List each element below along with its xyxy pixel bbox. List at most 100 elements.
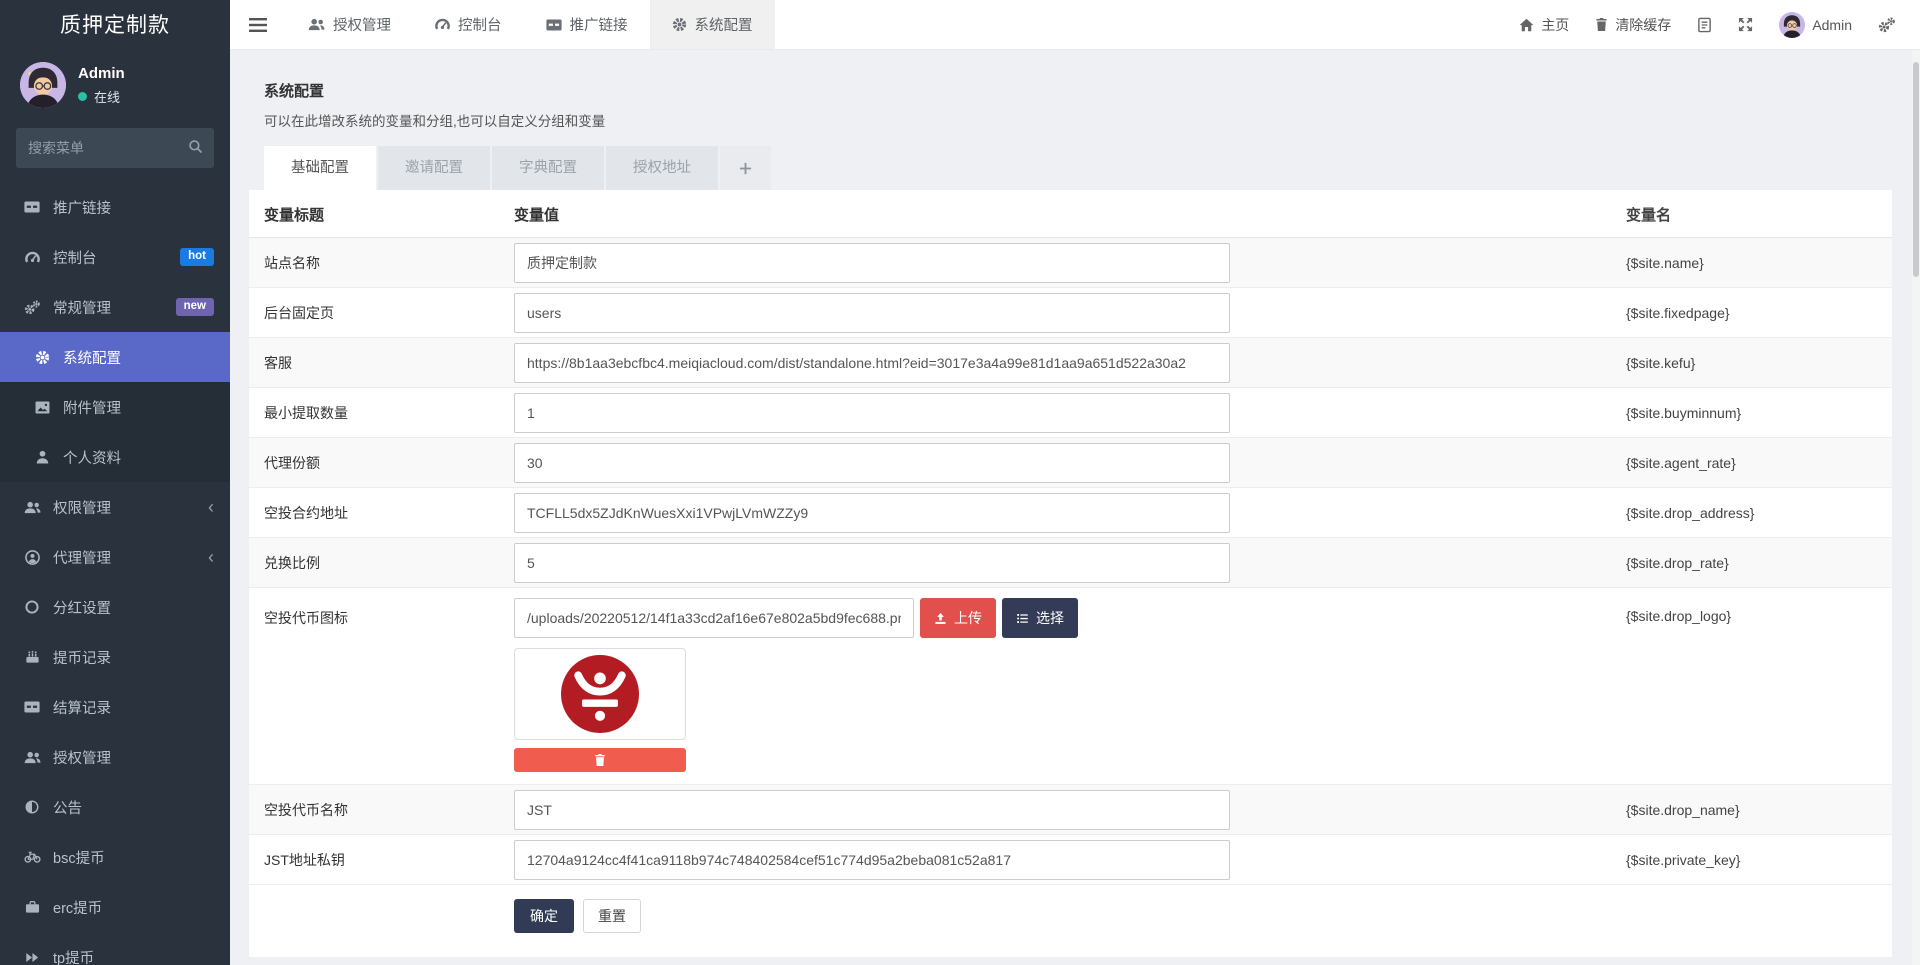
- language-button[interactable]: [1684, 0, 1725, 50]
- choose-button[interactable]: 选择: [1002, 598, 1078, 638]
- home-button[interactable]: 主页: [1506, 0, 1582, 50]
- topnav-tab-label: 系统配置: [695, 14, 753, 35]
- angle-left-icon: ‹: [208, 498, 214, 516]
- submit-button[interactable]: 确定: [514, 899, 574, 933]
- row-var: {$site.drop_address}: [1626, 505, 1877, 521]
- jst-logo-image: [561, 655, 639, 733]
- row-label: 兑换比例: [264, 553, 514, 573]
- row-label: 后台固定页: [264, 303, 514, 323]
- add-tab-button[interactable]: [720, 146, 771, 190]
- sidebar-item-promo-link[interactable]: 推广链接: [0, 182, 230, 232]
- users-icon: [22, 501, 42, 514]
- image-icon: [32, 401, 52, 414]
- config-row-agent-rate: 代理份额 {$site.agent_rate}: [249, 438, 1892, 488]
- page-title: 系统配置: [264, 80, 1877, 101]
- language-icon: [1697, 17, 1712, 33]
- fullscreen-button[interactable]: [1725, 0, 1766, 50]
- user-meta: Admin 在线: [78, 65, 125, 106]
- sidebar-item-dashboard[interactable]: 控制台 hot: [0, 232, 230, 282]
- topnav-tabs: 授权管理 控制台 推广链接 系统配置: [286, 0, 775, 49]
- drop-rate-input[interactable]: [514, 543, 1230, 583]
- topnav-right: 主页 清除缓存 Admin: [1506, 0, 1920, 49]
- config-row-drop-logo: 空投代币图标 上传 选择: [249, 588, 1892, 785]
- clear-cache-button[interactable]: 清除缓存: [1582, 0, 1684, 50]
- bike-icon: [22, 851, 42, 863]
- system-config-panel: 系统配置 可以在此增改系统的变量和分组,也可以自定义分组和变量 基础配置 邀请配…: [249, 68, 1892, 957]
- adjust-icon: [22, 800, 42, 814]
- col-header-var: 变量名: [1626, 204, 1877, 225]
- trash-icon: [1595, 17, 1608, 32]
- tab-auth-address[interactable]: 授权地址: [606, 146, 718, 190]
- row-var: {$site.fixedpage}: [1626, 305, 1877, 321]
- expand-icon: [1738, 17, 1753, 32]
- sidebar-item-profile[interactable]: 个人资料: [0, 432, 230, 482]
- sidebar-item-label: 结算记录: [53, 697, 111, 718]
- config-row-site-name: 站点名称 {$site.name}: [249, 238, 1892, 288]
- sidebar-item-auth-mgmt[interactable]: 授权管理: [0, 732, 230, 782]
- private-key-input[interactable]: [514, 840, 1230, 880]
- sidebar-item-announcement[interactable]: 公告: [0, 782, 230, 832]
- sidebar-item-tp-withdraw[interactable]: tp提币: [0, 932, 230, 965]
- sidebar-item-attachments[interactable]: 附件管理: [0, 382, 230, 432]
- username-label: Admin: [1812, 17, 1852, 33]
- user-circle-icon: [22, 550, 42, 565]
- delete-logo-button[interactable]: [514, 748, 686, 772]
- row-label: 站点名称: [264, 253, 514, 273]
- online-dot-icon: [78, 92, 87, 101]
- sidebar-item-bsc-withdraw[interactable]: bsc提币: [0, 832, 230, 882]
- choose-label: 选择: [1036, 608, 1064, 628]
- sidebar-item-general-mgmt[interactable]: 常规管理 new: [0, 282, 230, 332]
- sidebar-item-agents[interactable]: 代理管理 ‹: [0, 532, 230, 582]
- site-name-input[interactable]: [514, 243, 1230, 283]
- menu-search-input[interactable]: [16, 128, 214, 168]
- circle-icon: [22, 600, 42, 614]
- drop-name-input[interactable]: [514, 790, 1230, 830]
- row-var: {$site.private_key}: [1626, 852, 1877, 868]
- new-badge: new: [176, 298, 214, 316]
- users-icon: [308, 18, 325, 31]
- topnav-tab-auth-mgmt[interactable]: 授权管理: [286, 0, 413, 49]
- user-menu[interactable]: Admin: [1766, 0, 1865, 50]
- logo-preview[interactable]: [514, 648, 686, 740]
- sidebar-item-system-config[interactable]: 系统配置: [0, 332, 230, 382]
- topnav-tab-system-config[interactable]: 系统配置: [650, 0, 775, 49]
- row-var: {$site.drop_logo}: [1626, 598, 1877, 624]
- tab-invite-config[interactable]: 邀请配置: [378, 146, 490, 190]
- hot-badge: hot: [180, 248, 214, 266]
- briefcase-icon: [22, 900, 42, 914]
- panel-head: 系统配置 可以在此增改系统的变量和分组,也可以自定义分组和变量 基础配置 邀请配…: [249, 68, 1892, 190]
- col-header-label: 变量标题: [264, 204, 514, 225]
- sidebar-item-withdraw-records[interactable]: 提币记录: [0, 632, 230, 682]
- sidebar-item-permissions[interactable]: 权限管理 ‹: [0, 482, 230, 532]
- reset-button[interactable]: 重置: [583, 899, 641, 933]
- avatar: [1779, 12, 1805, 38]
- sidebar-item-label: tp提币: [53, 947, 94, 965]
- sidebar-item-settlement-records[interactable]: 结算记录: [0, 682, 230, 732]
- sidebar-item-erc-withdraw[interactable]: erc提币: [0, 882, 230, 932]
- settings-button[interactable]: [1865, 0, 1908, 50]
- sidebar-item-label: erc提币: [53, 897, 102, 918]
- sidebar-item-dividend-settings[interactable]: 分红设置: [0, 582, 230, 632]
- sidebar-toggle-button[interactable]: [230, 0, 286, 49]
- agent-rate-input[interactable]: [514, 443, 1230, 483]
- plus-icon: [739, 162, 752, 175]
- scrollbar-track[interactable]: [1912, 50, 1920, 965]
- buy-min-num-input[interactable]: [514, 393, 1230, 433]
- list-icon: [1016, 612, 1029, 625]
- topnav-tab-promo-link[interactable]: 推广链接: [524, 0, 650, 49]
- drop-logo-input[interactable]: [514, 598, 914, 638]
- tab-dict-config[interactable]: 字典配置: [492, 146, 604, 190]
- config-row-drop-address: 空投合约地址 {$site.drop_address}: [249, 488, 1892, 538]
- sidebar-item-label: 常规管理: [53, 297, 111, 318]
- sidebar-item-label: 代理管理: [53, 547, 111, 568]
- tab-basic-config[interactable]: 基础配置: [264, 146, 376, 190]
- drop-address-input[interactable]: [514, 493, 1230, 533]
- kefu-input[interactable]: [514, 343, 1230, 383]
- scrollbar-thumb[interactable]: [1913, 62, 1919, 277]
- topnav-tab-dashboard[interactable]: 控制台: [413, 0, 524, 49]
- fixed-page-input[interactable]: [514, 293, 1230, 333]
- upload-button[interactable]: 上传: [920, 598, 996, 638]
- sidebar-item-label: 提币记录: [53, 647, 111, 668]
- row-var: {$site.buyminnum}: [1626, 405, 1877, 421]
- upload-label: 上传: [954, 608, 982, 628]
